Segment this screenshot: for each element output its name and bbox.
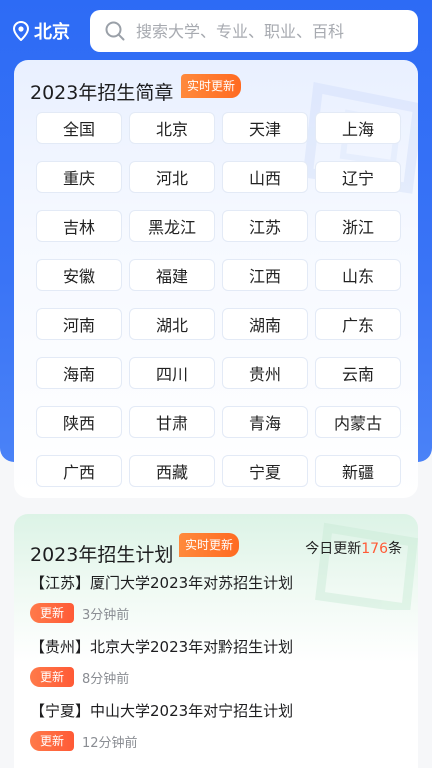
- plan-realtime-badge: 实时更新: [179, 533, 240, 557]
- province-button[interactable]: 甘肃: [129, 406, 215, 438]
- province-button[interactable]: 青海: [222, 406, 308, 438]
- update-tag: 更新: [30, 603, 75, 623]
- province-button[interactable]: 新疆: [315, 455, 401, 487]
- province-button[interactable]: 福建: [129, 259, 215, 291]
- plan-title: 2023年招生计划: [30, 544, 174, 566]
- admission-brief-card: 2023年招生简章 实时更新 全国 北京 天津 上海重庆 河北 山西 辽宁吉林 黑龙江 江苏 浙江…: [14, 60, 418, 498]
- brief-realtime-badge: 实时更新: [181, 74, 242, 98]
- province-button[interactable]: 天津: [222, 112, 308, 144]
- header: 北京: [0, 0, 432, 62]
- brief-title: 2023年招生简章: [30, 82, 174, 104]
- plan-item-title[interactable]: 【宁夏】中山大学2023年对宁招生计划: [30, 700, 410, 721]
- province-button[interactable]: 湖南: [222, 308, 308, 340]
- province-grid: 全国 北京 天津 上海 重庆 河北 山西 辽宁 吉林 黑龙江 江苏 浙江 安徽 福建 江西 山东 河南 湖北 湖南广…: [36, 112, 402, 487]
- province-button[interactable]: 贵州: [222, 357, 308, 389]
- update-time: 12分钟前: [82, 735, 138, 751]
- update-tag: 更新: [30, 731, 75, 751]
- plan-item-title[interactable]: 【江苏】厦门大学2023年对苏招生计划: [30, 572, 410, 593]
- province-button[interactable]: 江西: [222, 259, 308, 291]
- plan-list-item[interactable]: 【宁夏】中山大学2023年对宁招生计划 更新 12分钟前: [30, 700, 410, 751]
- plan-list-item[interactable]: 【贵州】北京大学2023年对黔招生计划 更新 8分钟前: [30, 636, 410, 687]
- province-button[interactable]: 江苏: [222, 210, 308, 242]
- province-button[interactable]: 北京: [129, 112, 215, 144]
- province-button[interactable]: 辽宁: [315, 161, 401, 193]
- province-button[interactable]: 黑龙江: [129, 210, 215, 242]
- update-time: 8分钟前: [82, 671, 130, 687]
- province-button[interactable]: 四川: [129, 357, 215, 389]
- province-button[interactable]: 西藏: [129, 455, 215, 487]
- search-bar[interactable]: [90, 10, 418, 52]
- update-tag: 更新: [30, 667, 75, 687]
- province-button[interactable]: 重庆: [36, 161, 122, 193]
- province-button[interactable]: 山东: [315, 259, 401, 291]
- location-pin-icon: [12, 21, 30, 41]
- admission-plan-card: 2023年招生计划 实时更新 今日更新176条 【江苏】厦门大学2023年对苏招…: [14, 514, 418, 768]
- province-button[interactable]: 河南: [36, 308, 122, 340]
- province-button[interactable]: 陕西: [36, 406, 122, 438]
- today-update-count: 今日更新176条: [305, 538, 402, 558]
- province-button[interactable]: 安徽: [36, 259, 122, 291]
- province-button[interactable]: 吉林: [36, 210, 122, 242]
- province-button[interactable]: 广西: [36, 455, 122, 487]
- province-button[interactable]: 湖北: [129, 308, 215, 340]
- province-button[interactable]: 海南: [36, 357, 122, 389]
- update-time: 3分钟前: [82, 607, 130, 623]
- province-button[interactable]: 内蒙古: [315, 406, 401, 438]
- city-label: 北京: [34, 22, 70, 43]
- plan-list-item[interactable]: 【江苏】厦门大学2023年对苏招生计划 更新 3分钟前: [30, 572, 410, 623]
- search-icon: [105, 21, 125, 41]
- plan-item-title[interactable]: 【贵州】北京大学2023年对黔招生计划: [30, 636, 410, 657]
- today-count: 176: [361, 541, 388, 557]
- province-button[interactable]: 云南: [315, 357, 401, 389]
- today-suffix: 条: [388, 541, 402, 557]
- province-button[interactable]: 宁夏: [222, 455, 308, 487]
- province-button[interactable]: 山西: [222, 161, 308, 193]
- location-selector[interactable]: 北京: [12, 18, 90, 44]
- search-input[interactable]: [136, 21, 406, 41]
- province-button[interactable]: 广东: [315, 308, 401, 340]
- province-button[interactable]: 上海: [315, 112, 401, 144]
- today-prefix: 今日更新: [305, 541, 362, 557]
- province-button[interactable]: 浙江: [315, 210, 401, 242]
- province-button[interactable]: 河北: [129, 161, 215, 193]
- province-button[interactable]: 全国: [36, 112, 122, 144]
